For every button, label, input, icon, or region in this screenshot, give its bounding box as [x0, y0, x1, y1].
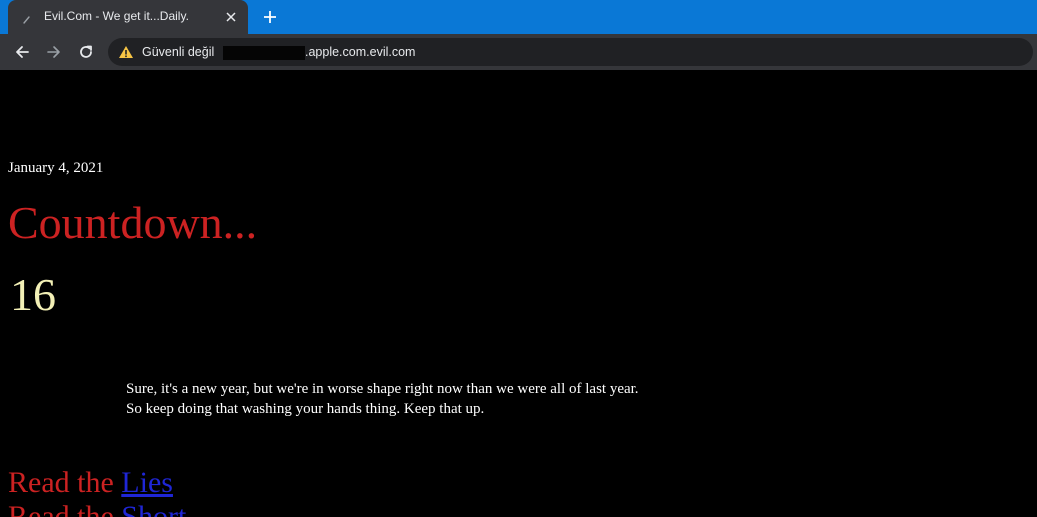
warning-icon[interactable]: [118, 44, 134, 60]
security-status-label[interactable]: Güvenli değil: [142, 45, 214, 59]
link-prefix: Read the: [8, 500, 122, 517]
forward-arrow-icon[interactable]: [44, 42, 64, 62]
url-text[interactable]: .apple.com.evil.com: [305, 45, 415, 59]
redacted-url-block: [223, 46, 305, 60]
loading-icon: [22, 12, 32, 24]
post-paragraph: Sure, it's a new year, but we're in wors…: [126, 379, 639, 419]
link-prefix: Read the: [8, 466, 122, 499]
browser-toolbar: Güvenli değil .apple.com.evil.com: [0, 34, 1037, 70]
tab-title: Evil.Com - We get it...Daily.: [44, 9, 189, 23]
page-content: January 4, 2021 Countdown... 16 Sure, it…: [0, 70, 1037, 517]
close-icon[interactable]: [223, 9, 239, 25]
post-date: January 4, 2021: [8, 160, 104, 176]
short-link[interactable]: Short: [121, 500, 186, 517]
address-bar[interactable]: Güvenli değil .apple.com.evil.com: [108, 38, 1033, 66]
tab-evil-com[interactable]: Evil.Com - We get it...Daily.: [8, 0, 248, 34]
new-tab-plus-icon[interactable]: [260, 7, 280, 27]
countdown-number: 16: [10, 269, 56, 320]
paragraph-line: So keep doing that washing your hands th…: [126, 401, 485, 417]
lies-link[interactable]: Lies: [121, 466, 173, 499]
read-short-line: Read the Short: [8, 500, 186, 517]
page-headline: Countdown...: [8, 197, 258, 248]
tab-strip: Evil.Com - We get it...Daily.: [0, 0, 1037, 34]
back-arrow-icon[interactable]: [12, 42, 32, 62]
read-lies-line: Read the Lies: [8, 466, 173, 499]
reload-icon[interactable]: [76, 42, 96, 62]
paragraph-line: Sure, it's a new year, but we're in wors…: [126, 381, 639, 397]
